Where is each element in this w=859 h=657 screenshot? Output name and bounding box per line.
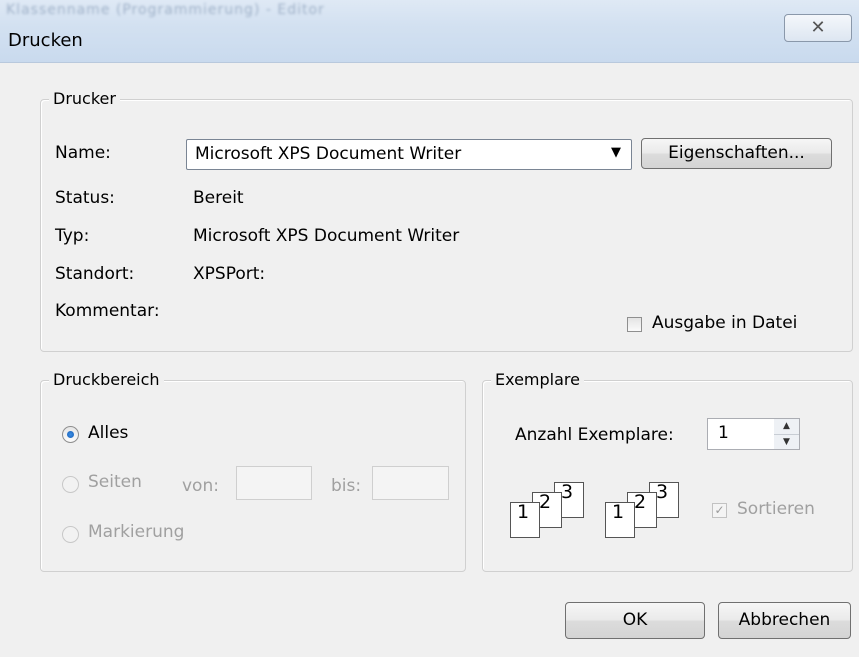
range-selection-label[interactable]: Markierung bbox=[88, 522, 184, 542]
dialog-title: Drucken bbox=[8, 30, 83, 51]
type-label: Typ: bbox=[55, 226, 90, 246]
range-from-input[interactable] bbox=[236, 466, 312, 500]
range-all-radio[interactable] bbox=[62, 426, 79, 443]
comment-label: Kommentar: bbox=[55, 301, 160, 321]
close-icon: ✕ bbox=[810, 17, 826, 38]
status-value: Bereit bbox=[193, 188, 244, 208]
page-icon-1: 1 bbox=[605, 502, 635, 538]
background-window-title: Klassenname (Programmierung) - Editor bbox=[6, 2, 325, 18]
location-label: Standort: bbox=[55, 264, 135, 284]
page-icon-1: 1 bbox=[510, 502, 540, 538]
print-to-file-label[interactable]: Ausgabe in Datei bbox=[652, 313, 797, 333]
collate-illustration-2: 3 2 1 bbox=[605, 478, 689, 538]
copies-legend: Exemplare bbox=[491, 370, 584, 389]
ok-button-label: OK bbox=[622, 610, 648, 630]
range-all-label[interactable]: Alles bbox=[88, 423, 128, 443]
collate-illustration-1: 3 2 1 bbox=[510, 478, 594, 538]
cancel-button-label: Abbrechen bbox=[738, 610, 831, 630]
range-pages-label[interactable]: Seiten bbox=[88, 472, 142, 492]
properties-button-label: Eigenschaften... bbox=[668, 143, 805, 163]
chevron-down-icon: ▼ bbox=[611, 145, 621, 160]
copies-group: Exemplare bbox=[482, 370, 853, 572]
collate-label[interactable]: Sortieren bbox=[737, 499, 815, 519]
copies-count-value: 1 bbox=[718, 423, 729, 443]
copies-spinner[interactable]: ▲ ▼ bbox=[774, 418, 800, 450]
range-to-input[interactable] bbox=[372, 466, 449, 500]
spin-up-icon[interactable]: ▲ bbox=[774, 419, 799, 435]
copies-count-label: Anzahl Exemplare: bbox=[515, 425, 674, 445]
title-bar: Klassenname (Programmierung) - Editor Dr… bbox=[0, 0, 859, 63]
close-button[interactable]: ✕ bbox=[784, 14, 852, 42]
location-value: XPSPort: bbox=[193, 264, 266, 284]
range-to-label: bis: bbox=[331, 476, 362, 496]
type-value: Microsoft XPS Document Writer bbox=[193, 226, 460, 246]
properties-button[interactable]: Eigenschaften... bbox=[641, 138, 832, 169]
range-from-label: von: bbox=[182, 476, 219, 496]
status-label: Status: bbox=[55, 188, 115, 208]
printer-name-label: Name: bbox=[55, 143, 111, 163]
printer-select-value: Microsoft XPS Document Writer bbox=[195, 144, 462, 164]
collate-checkbox[interactable]: ✓ bbox=[712, 503, 727, 518]
copies-count-input[interactable]: 1 bbox=[707, 418, 775, 450]
cancel-button[interactable]: Abbrechen bbox=[718, 602, 851, 639]
spin-down-icon[interactable]: ▼ bbox=[774, 435, 799, 450]
print-range-legend: Druckbereich bbox=[49, 370, 164, 389]
range-pages-radio[interactable] bbox=[62, 476, 79, 493]
range-selection-radio[interactable] bbox=[62, 526, 79, 543]
ok-button[interactable]: OK bbox=[565, 602, 705, 639]
printer-select[interactable]: Microsoft XPS Document Writer ▼ bbox=[186, 139, 632, 170]
print-to-file-checkbox[interactable] bbox=[627, 317, 642, 332]
printer-legend: Drucker bbox=[49, 89, 120, 108]
